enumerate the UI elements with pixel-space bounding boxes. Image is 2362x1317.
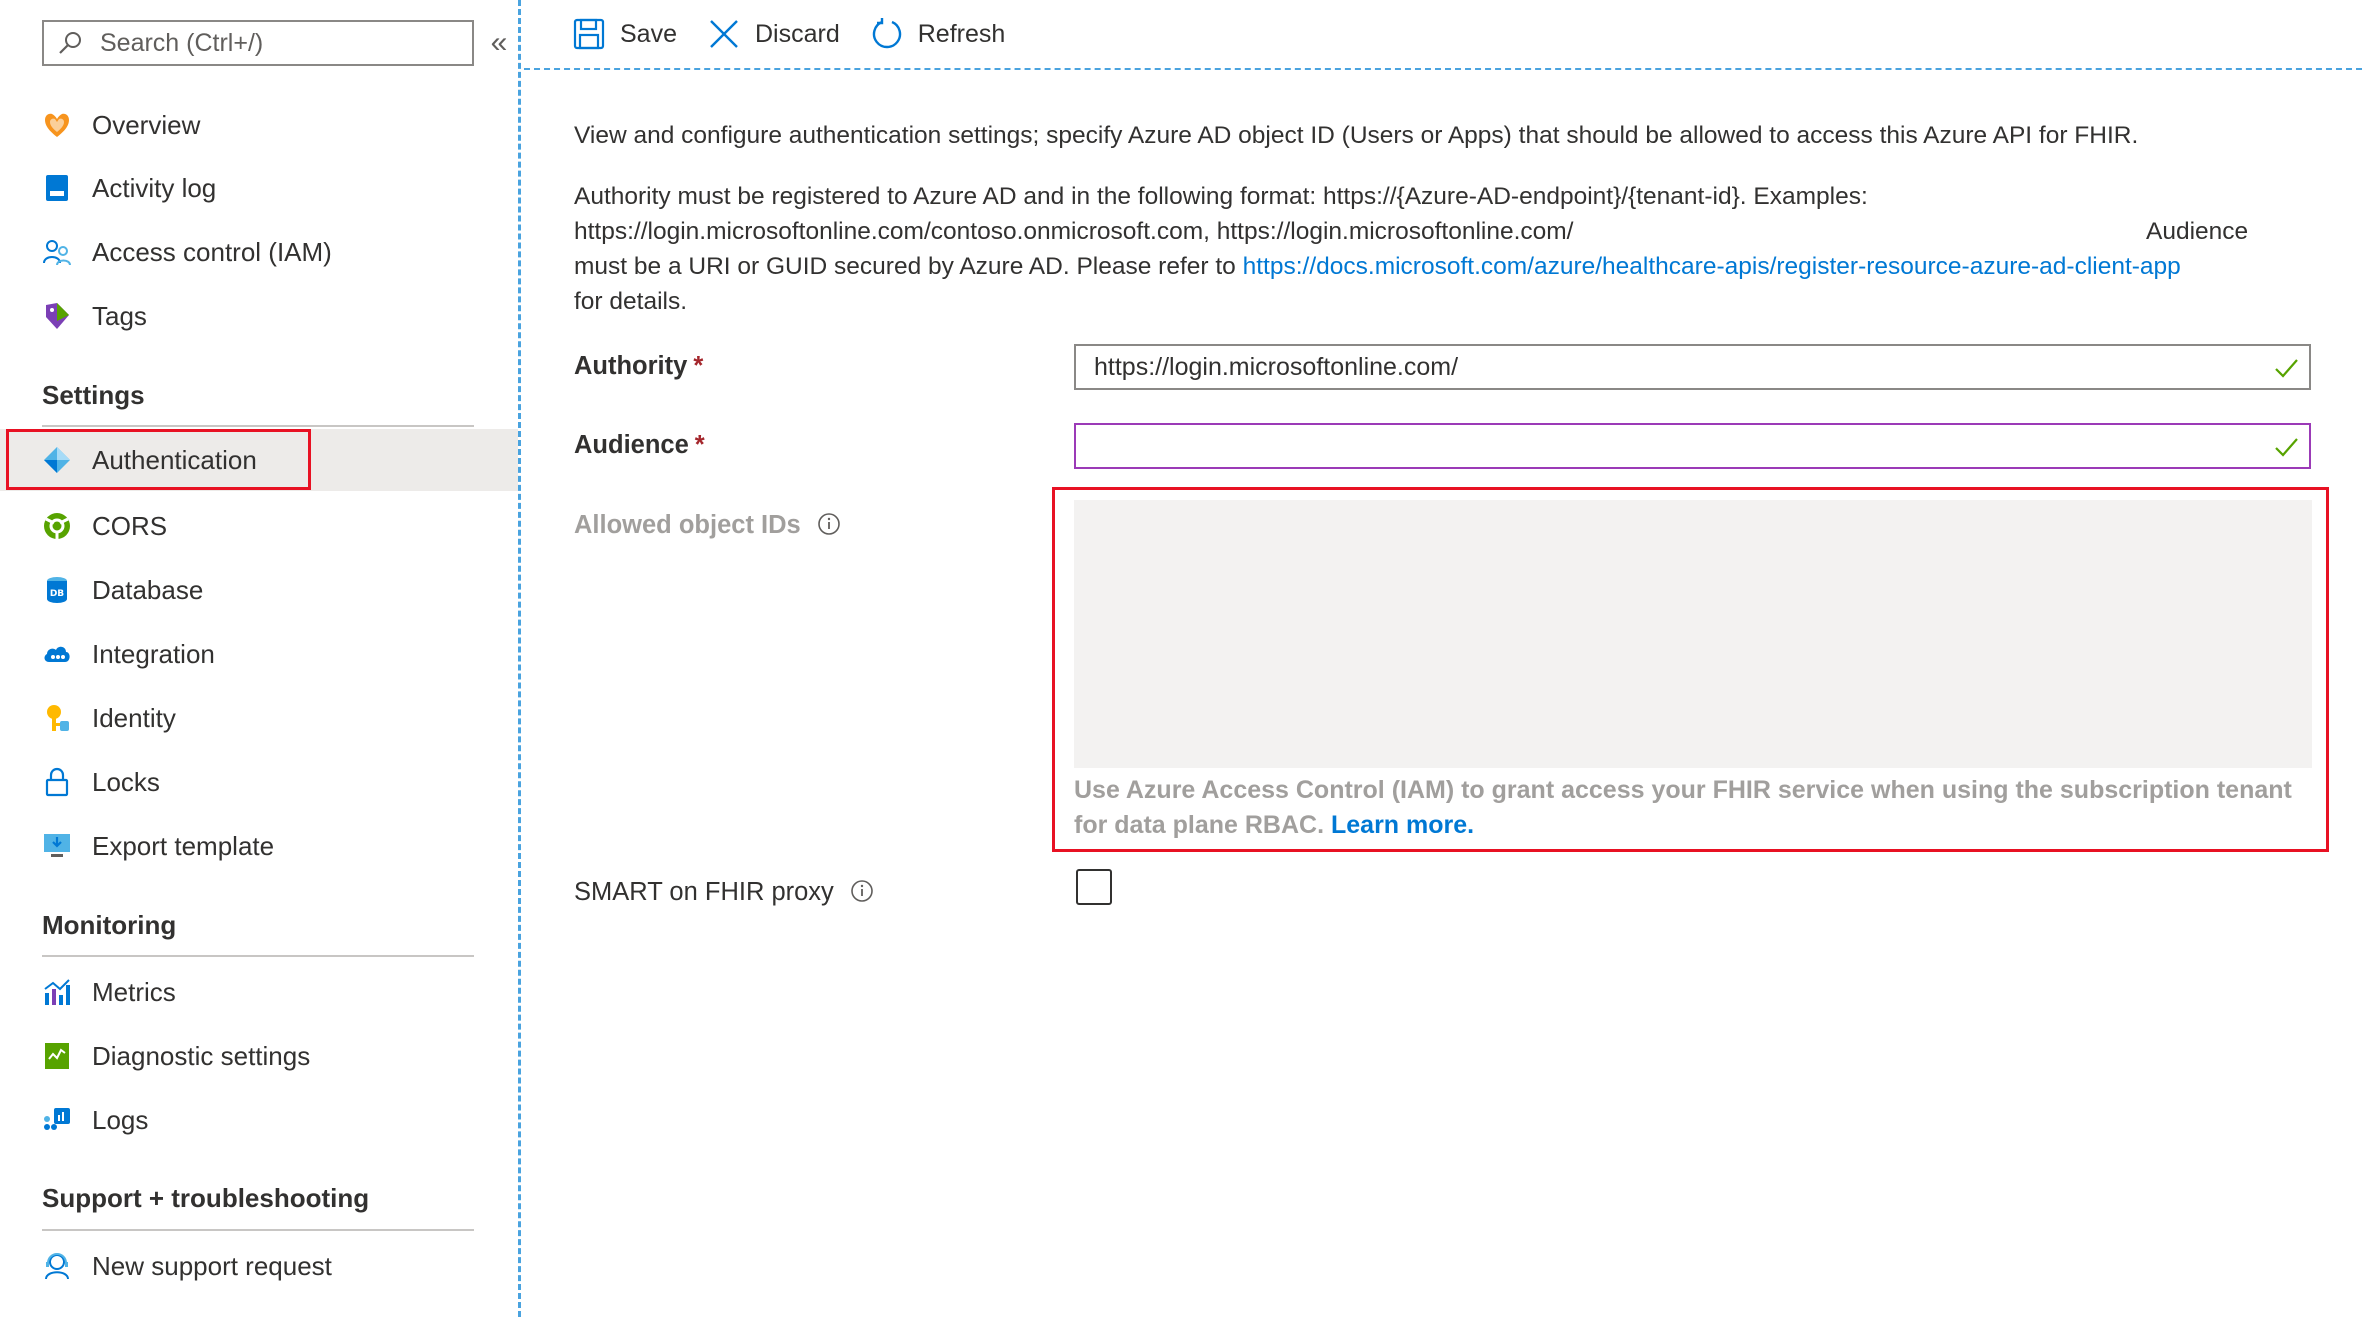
- sidebar-item-logs[interactable]: Logs: [0, 1089, 518, 1151]
- allowed-object-ids-label-text: Allowed object IDs: [574, 511, 801, 539]
- sidebar-item-label: CORS: [92, 510, 168, 541]
- authority-description-line2: https://login.microsoftonline.com/contos…: [574, 218, 1574, 245]
- database-icon: DB: [42, 575, 72, 605]
- sidebar-item-export-template[interactable]: Export template: [0, 815, 518, 877]
- sidebar-item-label: New support request: [92, 1250, 332, 1281]
- sidebar-item-new-support-request[interactable]: New support request: [0, 1235, 518, 1297]
- sidebar-item-label: Metrics: [92, 976, 176, 1007]
- section-header-monitoring: Monitoring: [42, 910, 177, 940]
- audience-description-start: Audience: [2146, 218, 2249, 245]
- sidebar-item-locks[interactable]: Locks: [0, 751, 518, 813]
- sidebar-item-label: Identity: [92, 702, 176, 733]
- authority-description-line1: Authority must be registered to Azure AD…: [574, 183, 1868, 210]
- checkmark-icon: [2275, 359, 2298, 378]
- required-marker: *: [694, 431, 705, 459]
- section-divider: [42, 955, 474, 957]
- save-label: Save: [620, 19, 677, 48]
- sidebar-item-label: Access control (IAM): [92, 236, 332, 267]
- sidebar-item-database[interactable]: DB Database: [0, 559, 518, 621]
- checkmark-icon: [2275, 438, 2298, 457]
- search-icon: [59, 32, 81, 54]
- discard-button[interactable]: Discard: [707, 17, 840, 51]
- tags-icon: [42, 301, 72, 331]
- svg-text:DB: DB: [50, 589, 64, 599]
- authority-field[interactable]: [1074, 344, 2311, 390]
- identity-icon: [42, 703, 72, 733]
- learn-more-link[interactable]: Learn more.: [1331, 811, 1474, 839]
- section-divider: [42, 1229, 474, 1231]
- diagnostic-settings-icon: [42, 1041, 72, 1071]
- close-icon: [710, 20, 738, 48]
- cors-icon: [42, 511, 72, 541]
- save-button[interactable]: Save: [572, 17, 677, 51]
- logs-icon: [42, 1105, 72, 1135]
- sidebar-item-access-control[interactable]: Access control (IAM): [0, 221, 518, 283]
- sidebar-item-cors[interactable]: CORS: [0, 495, 518, 557]
- refresh-icon: [872, 18, 901, 49]
- sidebar-item-label: Database: [92, 574, 204, 605]
- command-bar: Save Discard Refresh: [524, 0, 2362, 70]
- metrics-icon: [42, 977, 72, 1007]
- allowed-object-ids-helper: Use Azure Access Control (IAM) to grant …: [1074, 773, 2314, 843]
- sidebar-item-authentication[interactable]: Authentication: [0, 429, 518, 491]
- sidebar-item-label: Logs: [92, 1104, 149, 1135]
- integration-icon: [42, 639, 72, 669]
- sidebar-item-label: Export template: [92, 830, 275, 861]
- audience-input[interactable]: [1092, 430, 2242, 462]
- authority-input[interactable]: [1092, 351, 2242, 383]
- allowed-object-ids-label: Allowed object IDs: [574, 511, 841, 540]
- support-request-icon: [42, 1251, 72, 1281]
- search-box[interactable]: [42, 20, 474, 66]
- sidebar-item-label: Locks: [92, 766, 160, 797]
- overview-icon: [42, 110, 72, 140]
- refresh-label: Refresh: [917, 19, 1006, 48]
- sidebar-item-label: Tags: [92, 300, 147, 331]
- allowed-object-ids-textarea: [1074, 500, 2312, 768]
- sidebar-item-identity[interactable]: Identity: [0, 687, 518, 749]
- helper-text: Use Azure Access Control (IAM) to grant …: [1074, 776, 2292, 839]
- sidebar: « Overview Activity log Access control (…: [0, 0, 521, 1317]
- authority-label-text: Authority: [574, 352, 688, 380]
- sidebar-item-label: Activity log: [92, 172, 217, 203]
- required-marker: *: [693, 352, 704, 380]
- smart-proxy-checkbox[interactable]: [1076, 869, 1112, 905]
- section-header-support: Support + troubleshooting: [42, 1183, 370, 1213]
- authority-description-text: must be a URI or GUID secured by Azure A…: [574, 253, 1243, 280]
- intro-text: View and configure authentication settin…: [574, 122, 2139, 149]
- section-divider: [42, 425, 474, 427]
- sidebar-item-diagnostic-settings[interactable]: Diagnostic settings: [0, 1025, 518, 1087]
- lock-icon: [42, 767, 72, 797]
- docs-link[interactable]: https://docs.microsoft.com/azure/healthc…: [1243, 253, 2181, 280]
- audience-label: Audience *: [574, 431, 705, 460]
- sidebar-item-label: Integration: [92, 638, 215, 669]
- sidebar-item-label: Authentication: [92, 444, 257, 475]
- sidebar-item-label: Overview: [92, 109, 201, 140]
- authentication-icon: [42, 445, 72, 475]
- info-icon[interactable]: [817, 512, 841, 536]
- sidebar-item-overview[interactable]: Overview: [0, 94, 518, 156]
- save-icon: [573, 18, 605, 50]
- activity-log-icon: [42, 173, 72, 203]
- smart-proxy-label-text: SMART on FHIR proxy: [574, 878, 834, 906]
- smart-proxy-label: SMART on FHIR proxy: [574, 878, 874, 907]
- sidebar-item-tags[interactable]: Tags: [0, 285, 518, 347]
- audience-field[interactable]: [1074, 423, 2311, 469]
- collapse-sidebar-icon[interactable]: «: [484, 26, 514, 60]
- discard-label: Discard: [754, 19, 840, 48]
- authority-label: Authority *: [574, 352, 703, 381]
- authority-description-line4: for details.: [574, 288, 688, 315]
- sidebar-item-label: Diagnostic settings: [92, 1040, 311, 1071]
- refresh-button[interactable]: Refresh: [870, 17, 1006, 51]
- authority-description-line3: must be a URI or GUID secured by Azure A…: [574, 249, 2181, 284]
- sidebar-item-metrics[interactable]: Metrics: [0, 961, 518, 1023]
- audience-label-text: Audience: [574, 431, 689, 459]
- access-control-icon: [42, 237, 72, 267]
- section-header-settings: Settings: [42, 380, 145, 410]
- export-template-icon: [42, 831, 72, 861]
- sidebar-item-integration[interactable]: Integration: [0, 623, 518, 685]
- sidebar-item-activity-log[interactable]: Activity log: [0, 157, 518, 219]
- search-input[interactable]: [98, 27, 458, 59]
- info-icon[interactable]: [850, 879, 874, 903]
